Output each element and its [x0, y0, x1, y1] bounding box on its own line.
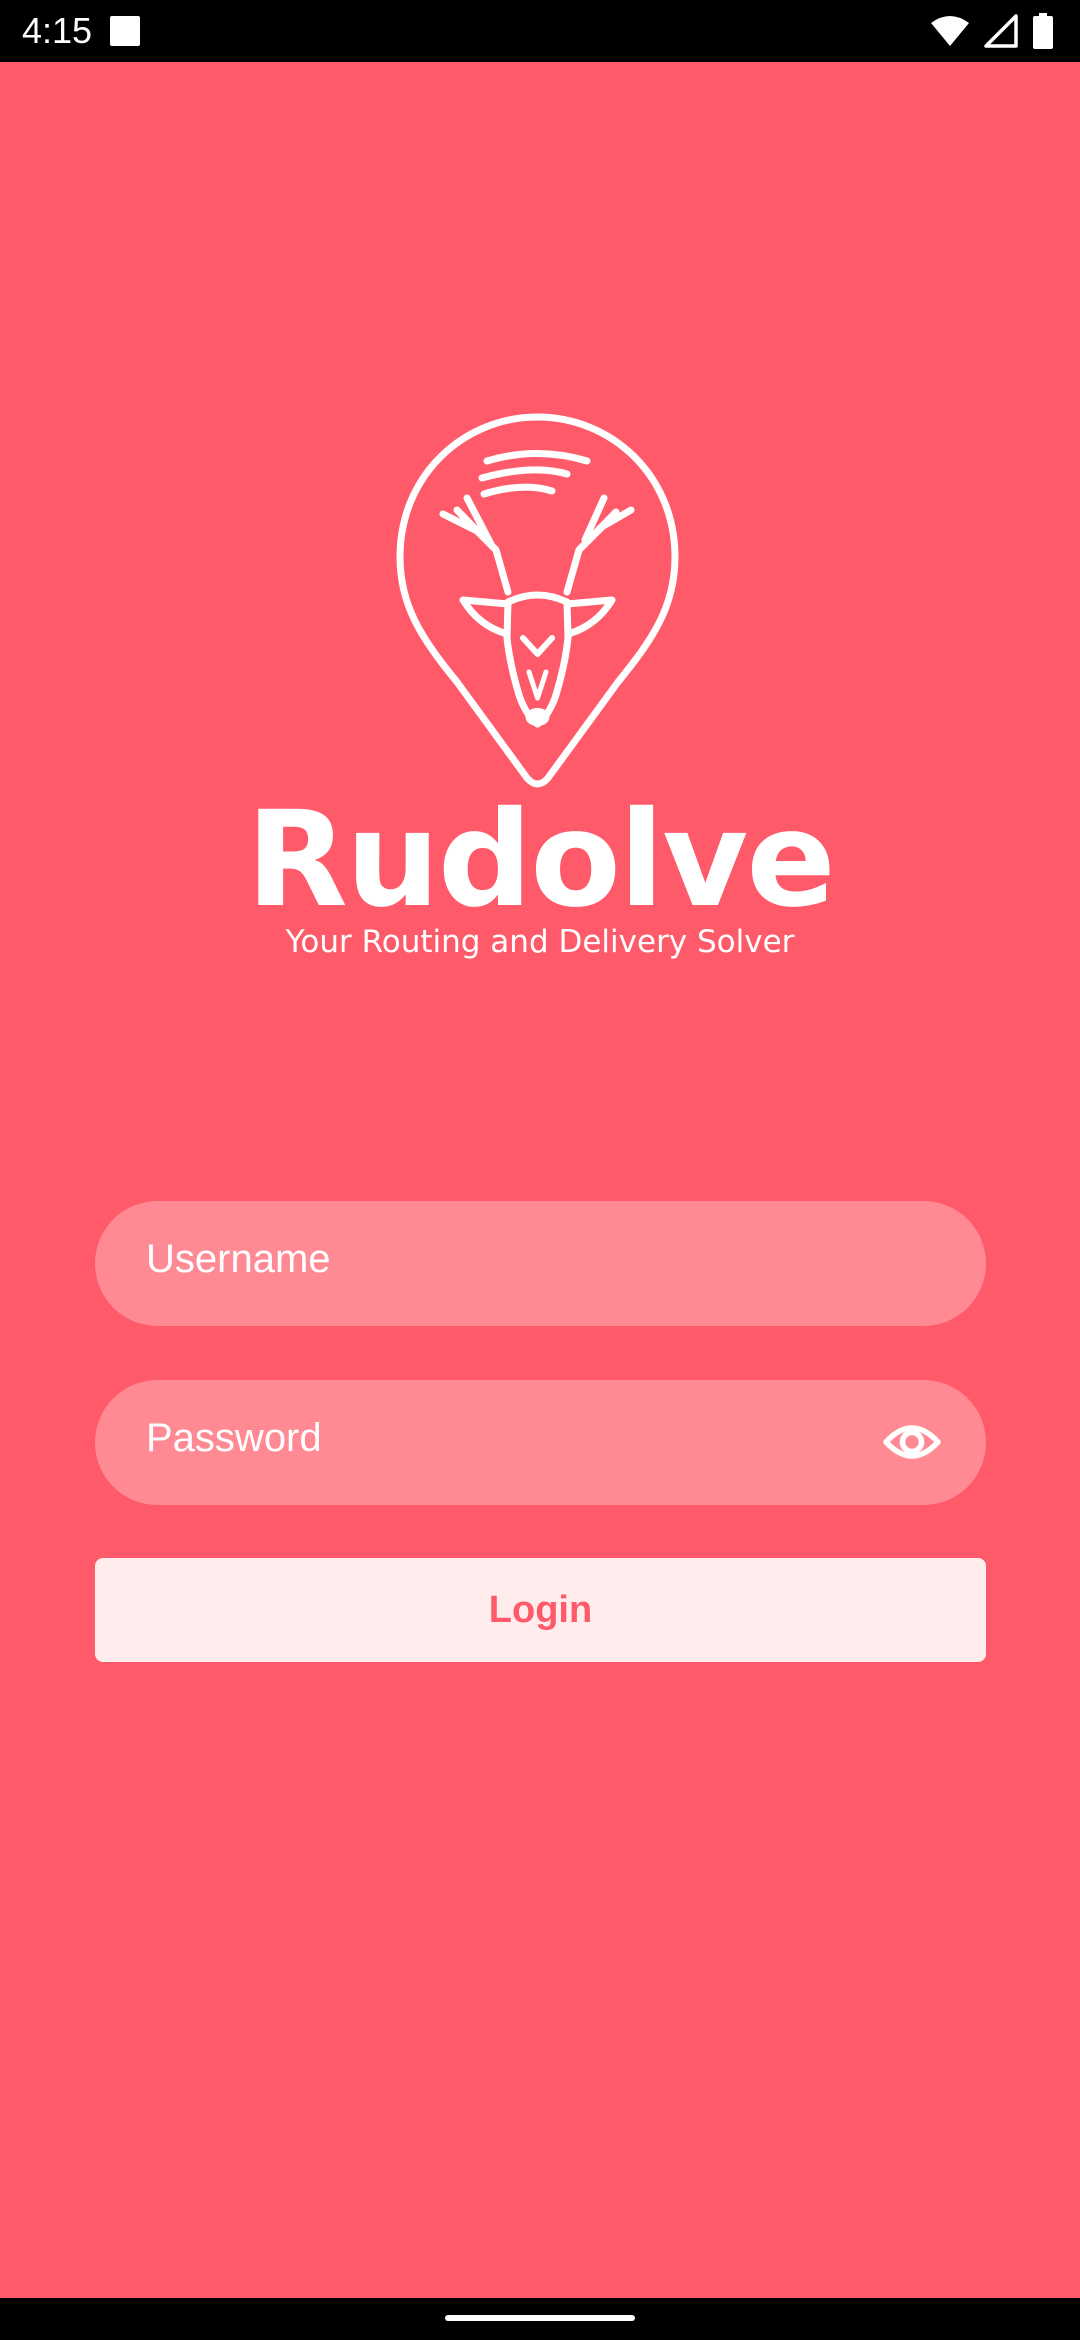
login-screen: 4:15 Rudolve Your Routing and Delivery S…	[0, 0, 1080, 2340]
username-input[interactable]	[146, 1201, 906, 1326]
brand-name: Rudolve	[246, 783, 836, 937]
status-bar: 4:15	[0, 0, 1080, 62]
home-gesture-handle[interactable]	[445, 2315, 635, 2321]
notification-square-icon	[110, 16, 140, 46]
wifi-icon	[931, 16, 969, 46]
status-time: 4:15	[22, 10, 93, 51]
navigation-bar	[0, 2298, 1080, 2340]
signal-icon	[984, 14, 1018, 48]
reindeer-location-pin-icon	[396, 413, 679, 788]
eye-icon[interactable]	[882, 1416, 942, 1468]
login-button[interactable]: Login	[95, 1558, 986, 1662]
password-input[interactable]	[146, 1380, 906, 1505]
username-field[interactable]	[95, 1201, 986, 1326]
password-field[interactable]	[95, 1380, 986, 1505]
status-icons	[930, 12, 1054, 50]
battery-icon	[1033, 13, 1053, 49]
brand-tagline: Your Routing and Delivery Solver	[285, 924, 795, 960]
